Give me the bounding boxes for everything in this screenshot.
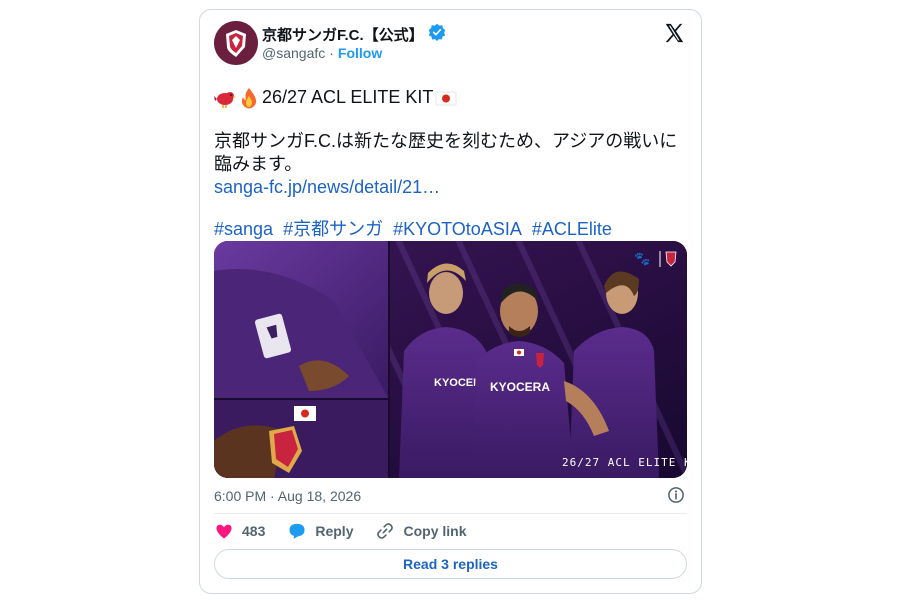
reply-label: Reply [315,523,354,539]
hashtag-kyoto-sanga[interactable]: #京都サンガ [283,219,383,239]
tweet-media-image[interactable]: KYOCER KYOCERA 🐾 26/27 ACL ELITE [214,241,687,478]
hashtag-kyoto-to-asia[interactable]: #KYOTOtoASIA [393,219,522,239]
avatar[interactable] [214,21,258,65]
follow-button[interactable]: Follow [338,45,382,61]
account-name-row: 京都サンガF.C.【公式】 [262,23,446,46]
tweet-link[interactable]: sanga-fc.jp/news/detail/21… [214,176,689,199]
handle-row: @sangafc · Follow [262,45,382,61]
tweet-card: 京都サンガF.C.【公式】 @sangafc · Follow 26/27 AC… [199,9,702,594]
svg-text:🐾: 🐾 [634,251,650,266]
hashtag-acl-elite[interactable]: #ACLElite [532,219,612,239]
svg-text:KYOCERA: KYOCERA [490,380,550,394]
image-caption: 26/27 ACL ELITE KIT [562,456,687,469]
heart-icon [216,524,232,539]
account-handle[interactable]: @sangafc [262,45,325,61]
separator: · [329,45,334,61]
like-count: 483 [242,523,266,539]
divider [214,513,687,514]
x-logo-icon[interactable] [663,22,685,44]
tweet-body: 京都サンガF.C.は新たな歴史を刻むため、アジアの戦いに臨みます。 [214,131,678,174]
bird-emoji-icon [214,87,236,109]
reply-bubble-icon [289,523,305,539]
link-icon [377,523,394,539]
tweet-headline-row: 26/27 ACL ELITE KIT [214,86,689,109]
info-icon[interactable] [667,486,685,504]
tweet-body-block: 京都サンガF.C.は新たな歴史を刻むため、アジアの戦いに臨みます。 sanga-… [214,130,689,199]
japan-flag-emoji-icon [435,87,457,109]
action-bar: 483 Reply Copy link [214,521,489,541]
verified-badge-icon [428,23,446,46]
copy-link-label: Copy link [403,523,467,539]
like-button[interactable]: 483 [214,521,265,541]
fire-emoji-icon [238,87,260,109]
reply-button[interactable]: Reply [287,521,353,541]
tweet-timestamp[interactable]: 6:00 PM · Aug 18, 2026 [214,488,361,504]
hashtag-sanga[interactable]: #sanga [214,219,273,239]
tweet-headline: 26/27 ACL ELITE KIT [262,87,434,107]
hashtags: #sanga #京都サンガ #KYOTOtoASIA #ACLElite [214,218,689,241]
copy-link-button[interactable]: Copy link [375,521,467,541]
account-name[interactable]: 京都サンガF.C.【公式】 [262,24,424,45]
svg-text:KYOCER: KYOCER [434,377,481,389]
read-replies-button[interactable]: Read 3 replies [214,549,687,579]
